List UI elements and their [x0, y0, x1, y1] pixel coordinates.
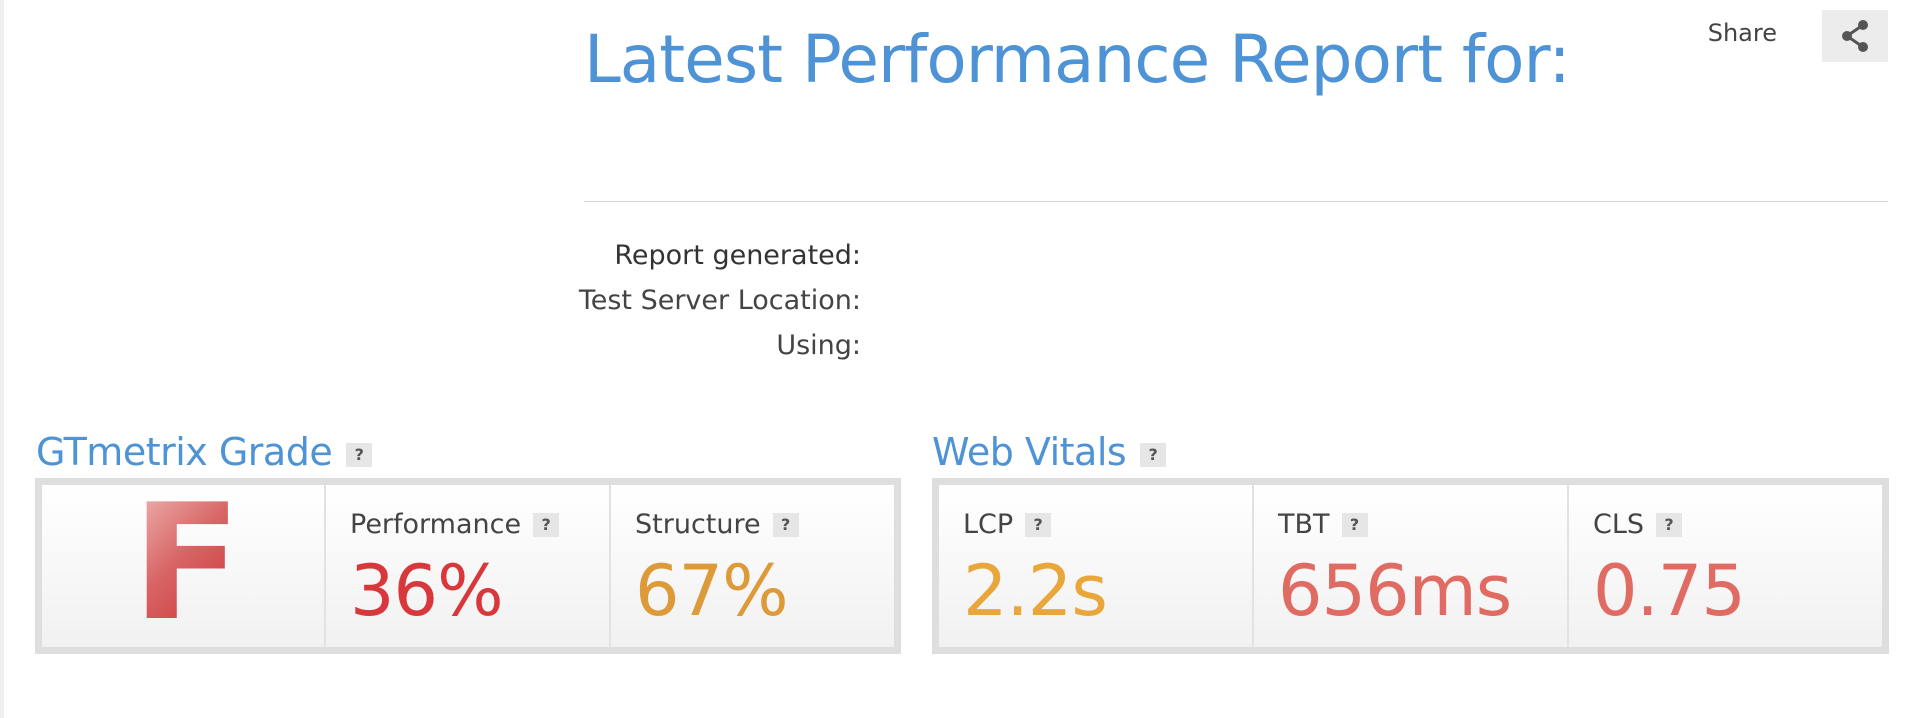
test-server-location-label: Test Server Location: [578, 285, 861, 316]
web-vitals-panel: LCP ? 2.2s TBT ? 656ms CLS ? 0.75 [932, 478, 1889, 654]
lcp-label: LCP [963, 509, 1014, 540]
left-edge-divider [0, 0, 4, 718]
lcp-cell: LCP ? 2.2s [939, 485, 1254, 647]
tbt-label: TBT [1278, 509, 1330, 540]
tbt-label-row: TBT ? [1278, 507, 1368, 543]
web-vitals-heading: Web Vitals ? [932, 429, 1167, 475]
page-title: Latest Performance Report for: [584, 21, 1571, 98]
cls-label-row: CLS ? [1593, 507, 1683, 543]
grade-cell: F [42, 469, 326, 656]
gtmetrix-grade-panel: F Performance ? 36% Structure ? 67% [35, 478, 901, 654]
cls-value: 0.75 [1593, 550, 1746, 632]
performance-label: Performance [350, 509, 522, 540]
tbt-help-button[interactable]: ? [1341, 513, 1368, 537]
performance-cell: Performance ? 36% [326, 485, 611, 647]
performance-label-row: Performance ? [350, 507, 560, 543]
web-vitals-help-button[interactable]: ? [1140, 443, 1167, 467]
structure-label: Structure [635, 509, 761, 540]
lcp-value: 2.2s [963, 550, 1108, 632]
tbt-value: 656ms [1278, 550, 1512, 632]
using-label: Using: [776, 330, 861, 361]
gtmetrix-grade-help-button[interactable]: ? [346, 443, 373, 467]
structure-label-row: Structure ? [635, 507, 799, 543]
structure-cell: Structure ? 67% [611, 485, 894, 647]
performance-help-button[interactable]: ? [533, 513, 560, 537]
lcp-label-row: LCP ? [963, 507, 1052, 543]
title-divider [584, 201, 1888, 202]
structure-value: 67% [635, 550, 789, 632]
web-vitals-title: Web Vitals [932, 430, 1127, 474]
performance-value: 36% [350, 550, 504, 632]
report-page: Latest Performance Report for: Share Rep… [0, 0, 1920, 718]
share-label[interactable]: Share [1708, 16, 1777, 50]
report-generated-label: Report generated: [614, 240, 861, 271]
grade-letter: F [132, 469, 242, 656]
cls-help-button[interactable]: ? [1656, 513, 1683, 537]
tbt-cell: TBT ? 656ms [1254, 485, 1569, 647]
share-button[interactable] [1822, 10, 1888, 62]
structure-help-button[interactable]: ? [772, 513, 799, 537]
lcp-help-button[interactable]: ? [1025, 513, 1052, 537]
cls-label: CLS [1593, 509, 1645, 540]
share-icon [1842, 20, 1868, 52]
cls-cell: CLS ? 0.75 [1569, 485, 1882, 647]
